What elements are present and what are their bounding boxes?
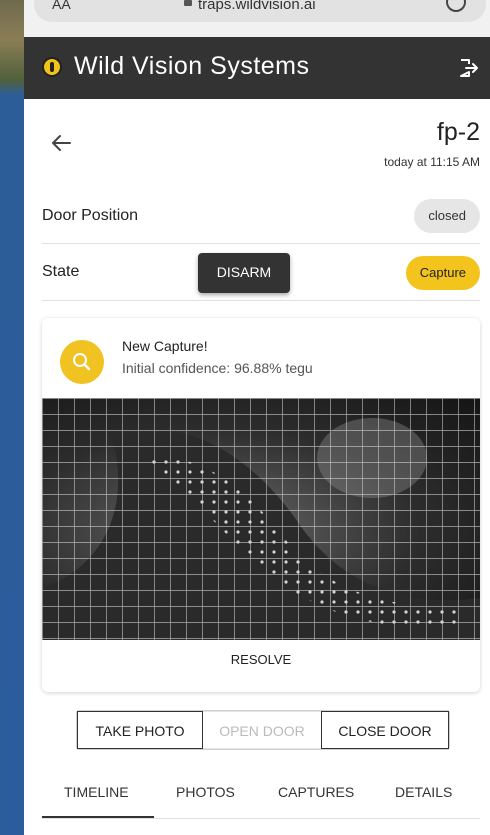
address-pill[interactable]: AA traps.wildvision.ai	[34, 0, 486, 22]
door-action-group: TAKE PHOTO OPEN DOOR CLOSE DOOR	[76, 710, 450, 750]
capture-card: New Capture! Initial confidence: 96.88% …	[42, 318, 480, 692]
url-text[interactable]: traps.wildvision.ai	[198, 0, 316, 13]
resolve-button[interactable]: RESOLVE	[42, 652, 480, 667]
tab-details[interactable]: DETAILS	[395, 784, 452, 800]
take-photo-button[interactable]: TAKE PHOTO	[77, 711, 203, 749]
background-edge-left	[0, 0, 24, 835]
app-title: Wild Vision Systems	[74, 52, 310, 80]
lock-icon	[184, 0, 192, 6]
tab-timeline[interactable]: TIMELINE	[64, 784, 129, 800]
device-name: fp-2	[436, 118, 480, 146]
state-badge: Capture	[405, 256, 480, 290]
disarm-button[interactable]: DISARM	[198, 253, 290, 293]
capture-photo[interactable]	[42, 398, 480, 640]
tab-divider	[42, 818, 480, 819]
capture-title: New Capture!	[122, 338, 208, 354]
divider	[42, 300, 480, 301]
door-position-label: Door Position	[42, 207, 139, 224]
logout-icon[interactable]	[456, 56, 480, 80]
divider	[42, 243, 480, 244]
app-bar: Wild Vision Systems	[24, 37, 490, 99]
open-door-button[interactable]: OPEN DOOR	[203, 711, 321, 749]
close-door-button[interactable]: CLOSE DOOR	[321, 711, 449, 749]
phone-screen: AA traps.wildvision.ai Wild Vision Syste…	[24, 0, 490, 835]
active-tab-indicator	[42, 816, 154, 818]
state-label: State	[42, 263, 80, 280]
reload-icon[interactable]	[446, 0, 466, 12]
logo-icon	[42, 57, 62, 77]
capture-confidence: Initial confidence: 96.88% tegu	[122, 360, 313, 376]
tab-captures[interactable]: CAPTURES	[278, 784, 354, 800]
tab-photos[interactable]: PHOTOS	[176, 784, 235, 800]
door-status-badge: closed	[414, 199, 480, 233]
browser-url-bar: AA traps.wildvision.ai	[24, 0, 490, 38]
back-arrow-icon[interactable]	[48, 130, 74, 156]
search-icon	[60, 340, 104, 384]
reader-aa-button[interactable]: AA	[52, 0, 71, 12]
device-last-seen: today at 11:15 AM	[384, 155, 480, 169]
